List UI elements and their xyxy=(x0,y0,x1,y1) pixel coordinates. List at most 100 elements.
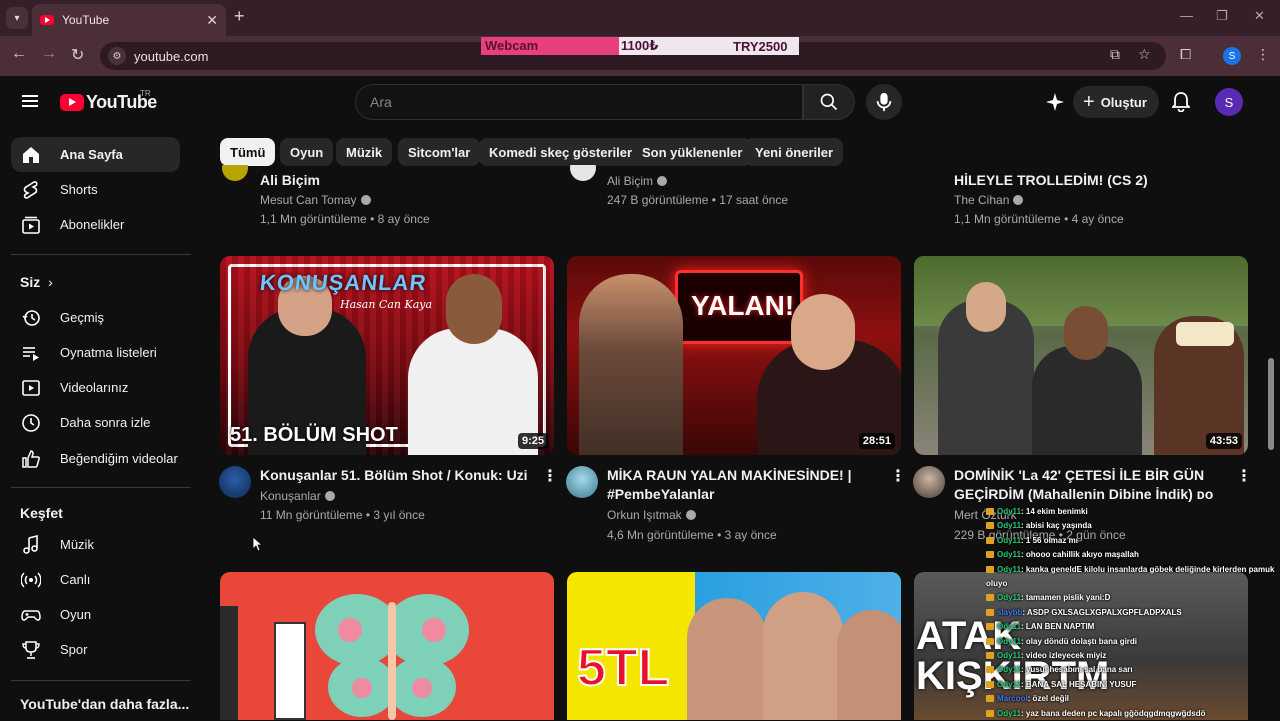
bookmark-star-icon[interactable]: ☆ xyxy=(1138,46,1151,63)
sidebar-item-label: Abonelikler xyxy=(60,217,125,232)
video-title[interactable]: Ali Biçim xyxy=(260,171,320,190)
account-avatar[interactable]: S xyxy=(1215,88,1243,116)
chip-recently-uploaded[interactable]: Son yüklenenler xyxy=(632,138,753,166)
channel-name-text: Konuşanlar xyxy=(260,489,321,503)
channel-name[interactable]: The Cihan xyxy=(954,193,1024,207)
sidebar-item-history[interactable]: Geçmiş xyxy=(11,300,180,335)
close-tab-icon[interactable]: ✕ xyxy=(206,12,218,29)
video-thumbnail[interactable]: 43:53 xyxy=(914,256,1248,455)
chat-text: : 14 ekim benimki xyxy=(1021,507,1088,516)
home-icon xyxy=(21,145,41,165)
sidebar-item-home[interactable]: Ana Sayfa xyxy=(11,137,180,172)
channel-name[interactable]: Konuşanlar xyxy=(260,489,335,503)
chat-badge-icon xyxy=(986,695,994,703)
chat-username: Ody11 xyxy=(997,564,1022,574)
minimize-icon[interactable]: — xyxy=(1180,8,1193,23)
browser-menu-icon[interactable]: ⋮ xyxy=(1256,46,1270,63)
chip-music[interactable]: Müzik xyxy=(336,138,393,166)
menu-hamburger-icon[interactable] xyxy=(22,95,38,107)
sidebar-divider xyxy=(11,254,191,255)
sidebar-section-you[interactable]: Siz › xyxy=(20,274,53,290)
chip-gaming[interactable]: Oyun xyxy=(280,138,334,166)
channel-name[interactable]: Mesut Can Tomay xyxy=(260,193,371,207)
reload-icon[interactable]: ↻ xyxy=(71,45,84,65)
overlay-amount: 1100₺ xyxy=(621,38,659,53)
video-title[interactable]: DOMİNİK 'La 42' ÇETESİ İLE BİR GÜN GEÇİRD… xyxy=(954,466,1213,504)
chat-text: : özel değil xyxy=(1027,694,1070,704)
search-input[interactable]: Ara xyxy=(355,84,803,120)
video-thumbnail[interactable]: 5TL xyxy=(567,572,901,720)
voice-search-button[interactable] xyxy=(866,84,902,120)
video-title[interactable]: Konuşanlar 51. Bölüm Shot / Konuk: Uzi xyxy=(260,466,528,485)
extensions-icon[interactable]: ⧠ xyxy=(1180,46,1191,63)
sidebar-item-music[interactable]: Müzik xyxy=(11,527,180,562)
verified-icon xyxy=(324,491,335,501)
create-button[interactable]: + Oluştur xyxy=(1073,86,1159,118)
person-center-head xyxy=(1064,306,1108,360)
create-label: Oluştur xyxy=(1100,94,1147,110)
video-title[interactable]: HİLEYLE TROLLEDİM! (CS 2) xyxy=(954,171,1148,190)
video-thumbnail[interactable]: YALAN! 28:51 xyxy=(567,256,901,455)
window-close-icon[interactable]: ✕ xyxy=(1254,8,1265,24)
channel-avatar[interactable] xyxy=(219,466,251,498)
microphone-icon xyxy=(876,92,892,112)
forward-icon[interactable]: → xyxy=(41,45,57,63)
chat-text: : LAN BEN NAPTIM xyxy=(1021,622,1095,632)
chip-new-to-you[interactable]: Yeni öneriler xyxy=(745,138,844,166)
sidebar-item-label: Shorts xyxy=(60,182,98,197)
site-info-icon[interactable]: ⚙ xyxy=(108,47,126,65)
install-app-icon[interactable]: ⧉ xyxy=(1110,46,1120,63)
chat-text: : abisi kaç yaşında xyxy=(1021,521,1092,531)
sidebar-item-subscriptions[interactable]: Abonelikler xyxy=(11,207,180,242)
notifications-bell-icon[interactable] xyxy=(1170,92,1192,117)
more-actions-icon[interactable]: ⋮ xyxy=(890,466,906,486)
chat-username: Ody11 xyxy=(997,622,1022,632)
sidebar-item-sports[interactable]: Spor xyxy=(11,632,180,667)
youtube-logo[interactable]: YouTube TR xyxy=(60,89,157,113)
video-duration: 28:51 xyxy=(858,433,895,449)
video-thumbnail[interactable] xyxy=(220,572,554,720)
sidebar-item-playlists[interactable]: Oynatma listeleri xyxy=(11,335,180,370)
sidebar-item-live[interactable]: Canlı xyxy=(11,562,180,597)
chat-text: : yusuf hesabını sal bana sarı xyxy=(1021,665,1133,675)
video-thumbnail[interactable]: KONUŞANLAR Hasan Can Kaya 51. BÖLÜM SHOT… xyxy=(220,256,554,455)
chip-sitcoms[interactable]: Sitcom'lar xyxy=(398,138,481,166)
sidebar-section-explore: Keşfet xyxy=(20,505,63,521)
sidebar-item-liked[interactable]: Beğendiğim videolar xyxy=(11,441,180,476)
music-icon xyxy=(21,534,41,555)
browser-profile-avatar[interactable]: S xyxy=(1223,47,1241,65)
country-code: TR xyxy=(140,89,151,98)
channel-name[interactable]: Ali Biçim xyxy=(607,174,668,188)
clothing xyxy=(1176,322,1234,346)
channel-avatar[interactable] xyxy=(566,466,598,498)
chat-username: Ody11 xyxy=(997,521,1022,531)
more-actions-icon[interactable]: ⋮ xyxy=(1236,466,1252,486)
more-actions-icon[interactable]: ⋮ xyxy=(542,466,558,486)
video-title[interactable]: MİKA RAUN YALAN MAKİNESİNDE! | #PembeYala… xyxy=(607,466,852,504)
maximize-icon[interactable]: ❐ xyxy=(1216,8,1228,24)
browser-tab-youtube[interactable]: YouTube ✕ xyxy=(32,4,226,36)
sidebar-item-shorts[interactable]: Shorts xyxy=(11,172,180,207)
chat-message: Ody11: olay döndü dolaştı bana girdi xyxy=(986,635,1280,649)
gaming-icon xyxy=(21,605,41,625)
sidebar-item-your-videos[interactable]: Videolarınız xyxy=(11,370,180,405)
chat-username: Ody11 xyxy=(997,665,1022,675)
section-title: Siz xyxy=(20,274,41,290)
new-tab-button[interactable]: + xyxy=(234,6,245,27)
channel-avatar[interactable] xyxy=(913,466,945,498)
chip-sketch-comedy[interactable]: Komedi skeç gösterileri xyxy=(479,138,646,166)
page-scrollbar[interactable] xyxy=(1268,358,1274,450)
back-icon[interactable]: ← xyxy=(11,45,27,63)
chip-all[interactable]: Tümü xyxy=(220,138,276,166)
search-button[interactable] xyxy=(803,84,855,120)
chat-text: : video izleyecek miyiz xyxy=(1021,651,1107,661)
sidebar-item-watch-later[interactable]: Daha sonra izle xyxy=(11,405,180,440)
tab-search-button[interactable]: ▾ xyxy=(6,7,28,29)
mouse-cursor-icon xyxy=(252,536,262,552)
chat-message: Ody11: BANA SAL HESABINI YUSUF xyxy=(986,678,1280,692)
channel-name[interactable]: Orkun Işıtmak xyxy=(607,508,696,522)
chat-badge-icon xyxy=(986,551,994,559)
ai-sparkle-icon[interactable] xyxy=(1045,92,1065,117)
sidebar-item-gaming[interactable]: Oyun xyxy=(11,597,180,632)
stream-chat-overlay: Ody11: 14 ekim benimki Ody11: abisi kaç y… xyxy=(986,505,1280,721)
